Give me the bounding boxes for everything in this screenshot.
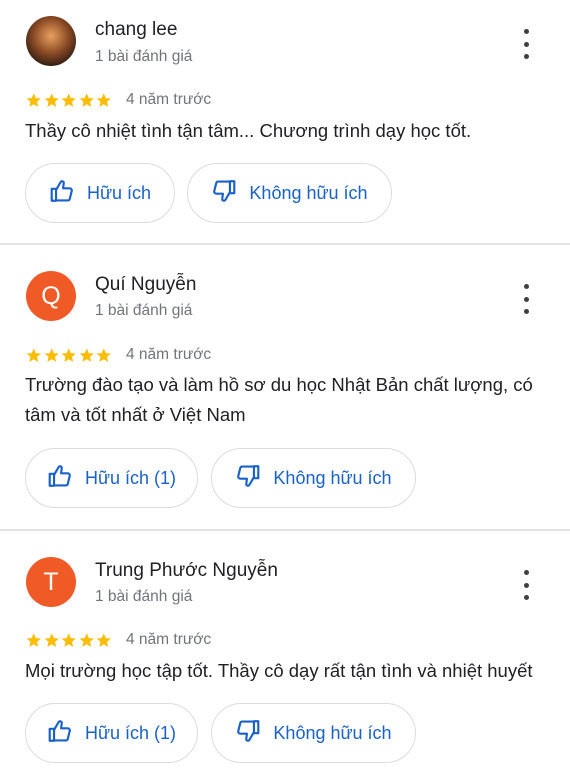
helpful-button[interactable]: Hữu ích (1) bbox=[25, 448, 198, 508]
avatar-letter: T bbox=[43, 567, 59, 596]
divider bbox=[0, 243, 570, 245]
star-icon bbox=[44, 633, 59, 647]
review-text: Mọi trường học tập tốt. Thầy cô dạy rất … bbox=[25, 660, 533, 681]
star-icon bbox=[26, 93, 41, 107]
not-helpful-button[interactable]: Không hữu ích bbox=[211, 448, 416, 508]
reviewer-name[interactable]: Trung Phước Nguyễn bbox=[95, 560, 278, 582]
star-icon bbox=[44, 93, 59, 107]
review-count: 1 bài đánh giá bbox=[95, 302, 193, 319]
more-options-icon[interactable] bbox=[516, 29, 536, 59]
review-time: 4 năm trước bbox=[126, 346, 212, 363]
star-icon bbox=[96, 348, 111, 362]
not-helpful-label: Không hữu ích bbox=[273, 467, 392, 488]
helpful-label: Hữu ích (1) bbox=[84, 722, 177, 743]
star-icon bbox=[26, 348, 41, 362]
thumbs-down-icon bbox=[235, 718, 261, 749]
not-helpful-label: Không hữu ích bbox=[273, 722, 392, 743]
reviewer-name[interactable]: chang lee bbox=[95, 19, 177, 41]
star-icon bbox=[79, 348, 94, 362]
review-text: Trường đào tạo và làm hồ sơ du học Nhật … bbox=[25, 374, 533, 425]
not-helpful-button[interactable]: Không hữu ích bbox=[211, 703, 416, 763]
reviewer-name[interactable]: Quí Nguyễn bbox=[95, 274, 196, 296]
star-icon bbox=[96, 93, 111, 107]
star-icon bbox=[61, 93, 76, 107]
not-helpful-label: Không hữu ích bbox=[249, 182, 368, 203]
star-icon bbox=[79, 93, 94, 107]
star-icon bbox=[96, 633, 111, 647]
star-icon bbox=[44, 348, 59, 362]
not-helpful-button[interactable]: Không hữu ích bbox=[187, 163, 392, 223]
thumbs-up-icon bbox=[47, 718, 73, 749]
review-time: 4 năm trước bbox=[126, 91, 212, 108]
helpful-label: Hữu ích bbox=[86, 182, 152, 203]
helpful-button[interactable]: Hữu ích bbox=[25, 163, 175, 223]
star-icon bbox=[61, 348, 76, 362]
more-options-icon[interactable] bbox=[516, 570, 536, 600]
star-icon bbox=[61, 633, 76, 647]
avatar-letter: Q bbox=[41, 281, 61, 310]
helpful-button[interactable]: Hữu ích (1) bbox=[25, 703, 198, 763]
review-count: 1 bài đánh giá bbox=[95, 48, 193, 65]
avatar[interactable]: Q bbox=[26, 271, 76, 321]
star-icon bbox=[79, 633, 94, 647]
star-icon bbox=[26, 633, 41, 647]
more-options-icon[interactable] bbox=[516, 284, 536, 314]
avatar[interactable] bbox=[26, 16, 76, 66]
thumbs-down-icon bbox=[211, 178, 237, 209]
thumbs-up-icon bbox=[47, 463, 73, 494]
star-rating bbox=[25, 632, 113, 649]
helpful-label: Hữu ích (1) bbox=[84, 467, 177, 488]
thumbs-down-icon bbox=[235, 463, 261, 494]
review-text: Thầy cô nhiệt tình tận tâm... Chương trì… bbox=[25, 120, 472, 141]
star-rating bbox=[25, 92, 113, 109]
divider bbox=[0, 529, 570, 531]
review-count: 1 bài đánh giá bbox=[95, 588, 193, 605]
star-rating bbox=[25, 347, 113, 364]
avatar[interactable]: T bbox=[26, 557, 76, 607]
review-time: 4 năm trước bbox=[126, 631, 212, 648]
thumbs-up-icon bbox=[49, 178, 75, 209]
